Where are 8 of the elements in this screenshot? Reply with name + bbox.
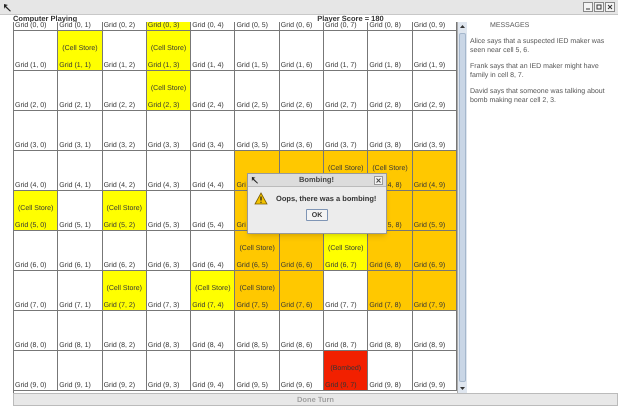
close-icon[interactable]	[374, 176, 383, 184]
minimize-icon[interactable]	[583, 2, 593, 12]
warning-icon	[254, 192, 268, 205]
maximize-icon[interactable]	[594, 2, 604, 12]
scrollbar[interactable]	[457, 22, 467, 393]
app-icon	[3, 2, 12, 12]
close-icon[interactable]	[605, 2, 615, 12]
app-icon	[251, 176, 259, 184]
